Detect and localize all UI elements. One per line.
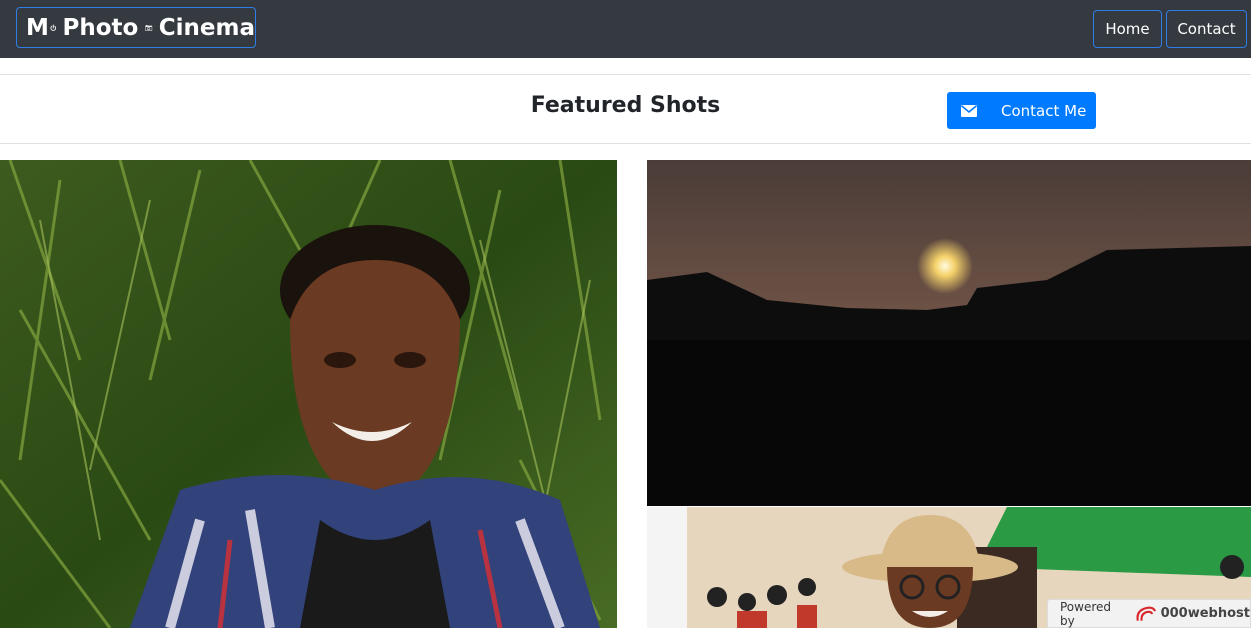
powered-by-label: Powered by — [1060, 599, 1112, 628]
envelope-icon — [961, 104, 977, 117]
top-navbar: M Photo Cinema Home Contact — [0, 0, 1251, 58]
brand-word-photo: Photo — [62, 14, 139, 41]
featured-header: Featured Shots Contact Me — [0, 74, 1251, 144]
contact-me-button[interactable]: Contact Me — [947, 92, 1096, 129]
brand-prefix: M — [26, 14, 49, 41]
brand-word-cinema: Cinema — [158, 14, 255, 41]
contact-me-label: Contact Me — [1001, 101, 1087, 120]
power-icon — [50, 24, 57, 31]
host-brand-name: 000webhost — [1160, 606, 1250, 621]
powered-by-badge[interactable]: Powered by 000webhost — [1047, 599, 1251, 628]
brand-logo-link[interactable]: M Photo Cinema — [16, 7, 256, 48]
nav-contact-button[interactable]: Contact — [1166, 10, 1247, 48]
camera-icon — [145, 24, 153, 31]
host-logo-icon — [1136, 606, 1156, 621]
photo-man-in-grass[interactable] — [0, 160, 617, 628]
photo-sunset[interactable] — [647, 160, 1251, 506]
nav-home-button[interactable]: Home — [1093, 10, 1162, 48]
